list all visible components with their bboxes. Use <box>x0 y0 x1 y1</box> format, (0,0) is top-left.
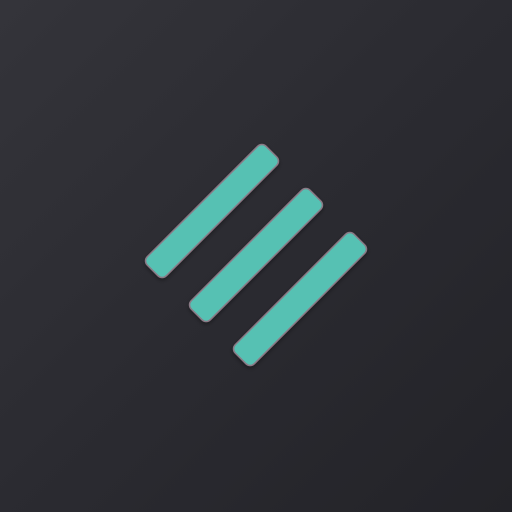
app-icon <box>0 0 512 512</box>
logo-icon <box>144 143 368 367</box>
